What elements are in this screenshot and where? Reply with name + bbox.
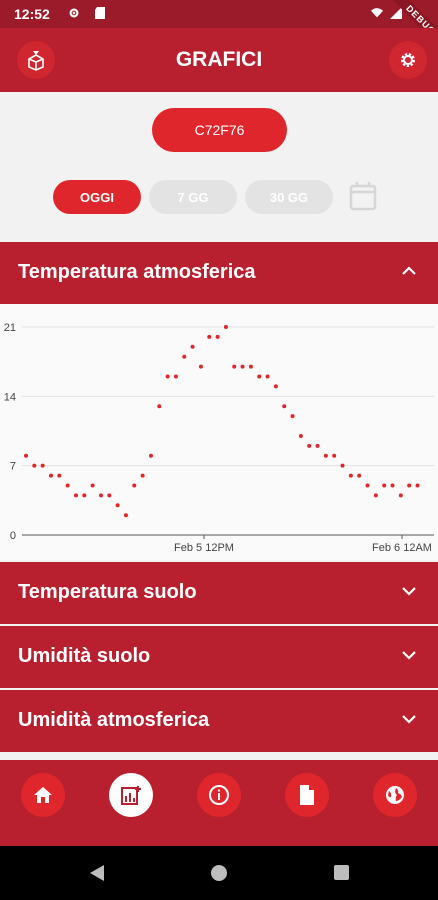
- status-time: 12:52: [14, 6, 50, 22]
- wifi-icon: [371, 8, 383, 18]
- data-point: [65, 483, 70, 488]
- chevron-down-icon: [402, 587, 416, 596]
- globe-icon: [386, 786, 404, 804]
- data-point: [73, 493, 78, 498]
- nav-globe-button[interactable]: [373, 773, 417, 817]
- data-point: [82, 493, 87, 498]
- nav-info-button[interactable]: [197, 773, 241, 817]
- data-point: [398, 493, 403, 498]
- section-label: Temperatura atmosferica: [18, 261, 256, 283]
- back-icon[interactable]: [88, 864, 106, 882]
- section-soil-humidity[interactable]: Umidità suolo: [0, 626, 438, 688]
- section-label: Umidità suolo: [18, 645, 151, 667]
- y-tick-label: 0: [10, 530, 16, 542]
- data-point: [340, 463, 345, 468]
- air-temperature-chart: 0 7 14 21 Feb 5 12PM Feb 6 12AM: [4, 322, 434, 554]
- document-icon: [300, 785, 314, 805]
- device-selector-button[interactable]: C72F76: [152, 108, 287, 152]
- x-tick-label: Feb 6 12AM: [372, 542, 432, 554]
- data-point: [157, 404, 162, 409]
- data-point: [182, 354, 187, 359]
- y-tick-label: 7: [10, 461, 16, 473]
- data-point: [148, 453, 153, 458]
- data-point: [273, 384, 278, 389]
- gear-icon: [401, 53, 415, 67]
- data-point: [123, 513, 128, 518]
- data-point: [57, 473, 62, 478]
- page-title: GRAFICI: [175, 48, 263, 71]
- x-tick-label: Feb 5 12PM: [174, 542, 234, 554]
- nav-charts-button[interactable]: [109, 773, 153, 817]
- sd-card-icon: [95, 7, 105, 19]
- data-point: [290, 414, 295, 419]
- data-point: [257, 374, 262, 379]
- chevron-down-icon: [402, 651, 416, 660]
- chart-icon: [121, 786, 141, 805]
- chart-container: 0 7 14 21 Feb 5 12PM Feb 6 12AM: [0, 304, 438, 560]
- data-point: [265, 374, 270, 379]
- bottom-nav: [0, 760, 438, 846]
- data-point: [298, 433, 303, 438]
- data-point: [132, 483, 137, 488]
- chevron-up-icon: [402, 266, 416, 275]
- data-point: [415, 483, 420, 488]
- section-air-humidity[interactable]: Umidità atmosferica: [0, 690, 438, 752]
- nav-document-button[interactable]: [285, 773, 329, 817]
- data-point: [382, 483, 387, 488]
- home-icon: [34, 787, 52, 803]
- period-today-button[interactable]: OGGI: [53, 180, 141, 214]
- data-point: [98, 493, 103, 498]
- section-label: Umidità atmosferica: [18, 709, 210, 731]
- data-point: [207, 334, 212, 339]
- data-point: [332, 453, 337, 458]
- section-soil-temperature[interactable]: Temperatura suolo: [0, 562, 438, 624]
- period-7-days-button[interactable]: 7 GG: [149, 180, 237, 214]
- data-point: [248, 364, 253, 369]
- settings-status-icon: [69, 8, 79, 18]
- data-point: [107, 493, 112, 498]
- section-air-temperature[interactable]: Temperatura atmosferica: [0, 242, 438, 304]
- data-point: [315, 443, 320, 448]
- data-point: [32, 463, 37, 468]
- data-point: [365, 483, 370, 488]
- data-point: [215, 334, 220, 339]
- data-point: [240, 364, 245, 369]
- data-point: [190, 344, 195, 349]
- data-point: [407, 483, 412, 488]
- data-point: [390, 483, 395, 488]
- data-point: [40, 463, 45, 468]
- settings-button[interactable]: [389, 41, 427, 79]
- recents-icon[interactable]: [333, 864, 350, 881]
- data-point: [323, 453, 328, 458]
- data-point: [165, 374, 170, 379]
- y-tick-label: 21: [4, 322, 16, 334]
- system-nav-bar: [0, 846, 438, 900]
- section-label: Temperatura suolo: [18, 581, 197, 603]
- home-circle-icon[interactable]: [210, 864, 228, 882]
- data-point: [140, 473, 145, 478]
- data-point: [223, 325, 228, 329]
- data-point: [348, 473, 353, 478]
- data-point: [307, 443, 312, 448]
- app-bar: GRAFICI: [0, 28, 438, 92]
- chevron-down-icon: [402, 715, 416, 724]
- data-point: [357, 473, 362, 478]
- data-point: [173, 374, 178, 379]
- y-tick-label: 14: [4, 391, 16, 403]
- info-icon: [209, 785, 229, 805]
- data-point: [90, 483, 95, 488]
- calendar-icon[interactable]: [349, 181, 377, 211]
- data-point: [232, 364, 237, 369]
- data-point: [24, 453, 28, 458]
- data-point: [198, 364, 203, 369]
- data-point: [282, 404, 287, 409]
- data-point: [115, 503, 120, 508]
- nav-home-button[interactable]: [21, 773, 65, 817]
- data-point: [373, 493, 378, 498]
- status-bar: 12:52 DEBUG: [0, 0, 438, 49]
- data-point: [48, 473, 53, 478]
- period-30-days-button[interactable]: 30 GG: [245, 180, 333, 214]
